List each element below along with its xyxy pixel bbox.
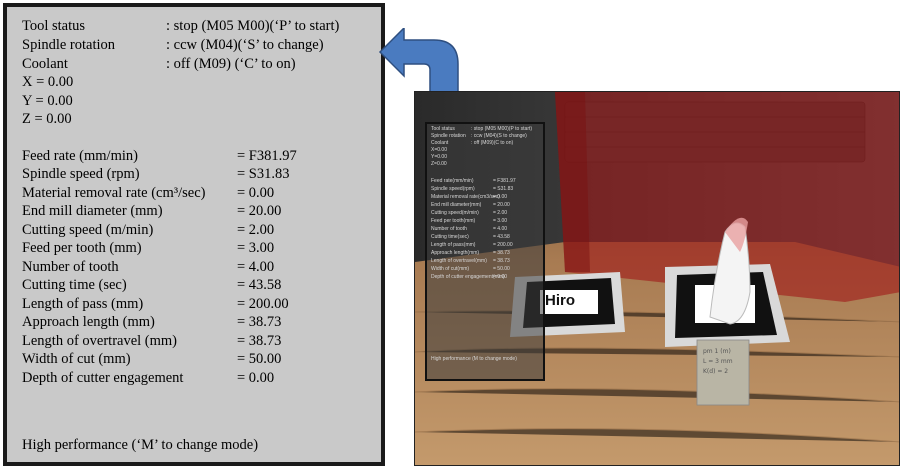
mini-value: = 38.73 [493,250,510,256]
status-value: : ccw (M04)(‘S’ to change) [166,37,324,53]
mini-row: Feed per tooth(mm) = 3.00 [431,218,507,225]
mini-value: = 0.00 [493,194,508,200]
param-label: Approach length (mm) [22,314,155,330]
param-label: Width of cut (mm) [22,351,131,367]
tag-line: pm 1 (m) [703,348,731,355]
mini-row: Cutting speed(m/min) = 2.00 [431,210,507,217]
mini-value: = 2.00 [493,210,508,216]
mini-row: Width of cut(mm) = 50.00 [431,266,510,273]
param-value: = 38.73 [237,314,282,330]
mini-value: : ccw (M04)(S to change) [471,133,527,139]
param-label: Feed rate (mm/min) [22,148,138,164]
status-label: Spindle rotation [22,37,116,53]
mini-label: Material removal rate(cm3/sec) [431,194,500,200]
param-label: Spindle speed (rpm) [22,166,140,182]
param-label: Number of tooth [22,259,119,275]
param-label: Length of overtravel (mm) [22,333,178,349]
mini-row: Coolant : off (M09)(C to on) [431,140,513,147]
hiro-marker-label: Hiro [545,292,575,309]
param-label: Material removal rate (cm³/sec) [22,185,206,201]
mini-label: Tool status [431,126,455,132]
mini-label: Cutting speed(m/min) [431,210,479,216]
mode-footer: High performance (‘M’ to change mode) [22,437,259,453]
mini-value: = 200.00 [493,242,513,248]
param-value: = 20.00 [237,203,282,219]
mini-row: Depth of cutter engagement(mm) = 0.00 [431,274,508,281]
mini-value: = 4.00 [493,226,508,232]
mini-label: Coolant [431,140,449,146]
mini-label: Feed rate(mm/min) [431,178,474,184]
mini-row: Number of tooth = 4.00 [431,226,507,233]
status-label: Tool status [22,18,86,34]
mini-row: Spindle speed(rpm) = S31.83 [431,186,513,193]
param-value: = S31.83 [237,166,290,182]
machining-info-panel: Tool status : stop (M05 M00)(‘P’ to star… [3,3,385,466]
mini-label: Cutting time(sec) [431,234,469,240]
mini-label: Z=0.00 [431,161,447,167]
param-value: = 4.00 [237,259,275,275]
param-value: = 0.00 [237,185,275,201]
param-label: Cutting time (sec) [22,277,127,293]
mini-value: = 38.73 [493,258,510,264]
param-label: Length of pass (mm) [22,296,144,312]
mini-label: Number of tooth [431,226,467,232]
mini-row: Feed rate(mm/min) = F381.97 [431,178,516,185]
param-value: = 200.00 [237,296,289,312]
ar-camera-view: Tool status: stop (M05 M00)(P to start) … [414,91,900,466]
mini-label: Length of overtravel(mm) [431,258,487,264]
param-value: = F381.97 [237,148,297,164]
param-label: Cutting speed (m/min) [22,222,154,238]
coord-label: Y = 0.00 [22,93,73,109]
mini-value: = S31.83 [493,186,514,192]
status-label: Coolant [22,56,68,72]
param-value: = 2.00 [237,222,275,238]
mini-row: Length of pass(mm) = 200.00 [431,242,513,249]
param-value: = 3.00 [237,240,275,256]
mini-row: Material removal rate(cm3/sec) = 0.00 [431,194,507,201]
mini-row: Spindle rotation : ccw (M04)(S to change) [431,133,527,140]
tag-line: K(d) = 2 [703,368,729,375]
mini-value: : off (M09)(C to on) [471,140,514,146]
mini-value: : stop (M05 M00)(P to start) [471,126,533,132]
mini-label: Length of pass(mm) [431,242,476,248]
tag-line: L = 3 mm [703,358,733,365]
mini-label: Spindle speed(rpm) [431,186,475,192]
param-label: Depth of cutter engagement [22,370,184,386]
mini-row: Tool status : stop (M05 M00)(P to start) [431,126,532,133]
mini-value: = F381.97 [493,178,516,184]
mini-label: Feed per tooth(mm) [431,218,476,224]
param-value: = 38.73 [237,333,282,349]
mini-row: Approach length(mm) = 38.73 [431,250,510,257]
mini-row: Length of overtravel(mm) = 38.73 [431,258,510,265]
param-value: = 43.58 [237,277,282,293]
mini-label: Spindle rotation [431,133,466,139]
mini-row: Y=0.00 [431,154,447,161]
status-value: : stop (M05 M00)(‘P’ to start) [166,18,340,34]
status-value: : off (M09) (‘C’ to on) [166,56,296,72]
mini-label: Width of cut(mm) [431,266,470,272]
coord-label: X = 0.00 [22,74,74,90]
mini-overlay-panel: Tool status: stop (M05 M00)(P to start) … [425,122,545,381]
mini-value: = 0.00 [493,274,508,280]
param-label: End mill diameter (mm) [22,203,163,219]
mini-row: End mill diameter(mm) = 20.00 [431,202,510,209]
param-value: = 0.00 [237,370,275,386]
mini-value: = 20.00 [493,202,510,208]
mini-label: Y=0.00 [431,154,447,160]
mini-label: Approach length(mm) [431,250,480,256]
mini-row: X=0.00 [431,147,447,154]
mini-row: Cutting time(sec) = 43.58 [431,234,510,241]
param-label: Feed per tooth (mm) [22,240,142,256]
mini-row: Z=0.00 [431,161,447,168]
mini-label: End mill diameter(mm) [431,202,482,208]
coord-label: Z = 0.00 [22,111,72,127]
mini-value: = 50.00 [493,266,510,272]
mini-footer: High performance (M to change mode) [431,356,517,362]
param-value: = 50.00 [237,351,282,367]
mini-value: = 43.58 [493,234,510,240]
mini-label: X=0.00 [431,147,447,153]
mini-value: = 3.00 [493,218,508,224]
